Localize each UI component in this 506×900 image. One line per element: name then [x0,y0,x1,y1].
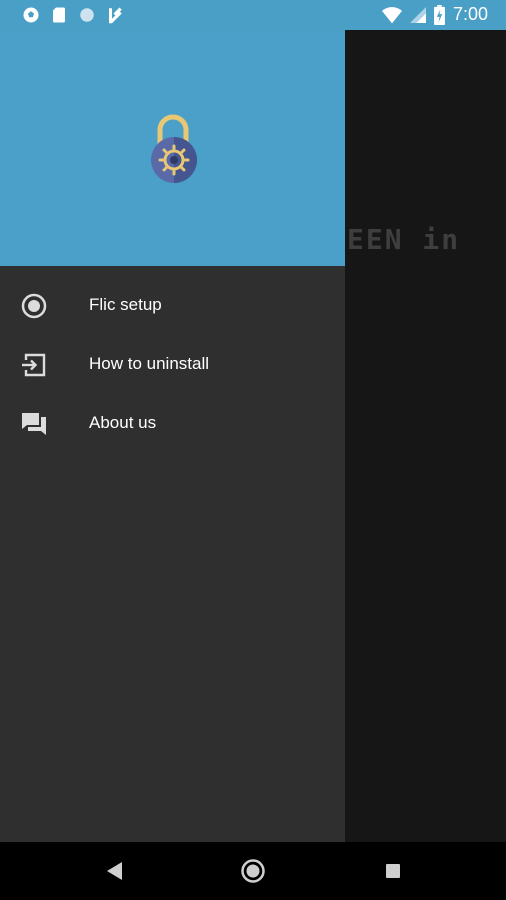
navigation-drawer: Flic setup How to uninstall About us [0,30,345,842]
status-bar: 7:00 [0,0,506,30]
menu-item-label: About us [89,413,157,432]
home-icon[interactable] [240,858,266,884]
signal-icon [409,6,426,23]
drawer-header [0,30,345,266]
back-icon[interactable] [102,858,128,884]
menu-item-label: How to uninstall [89,354,210,373]
soccer-ball-icon [23,7,39,23]
radio-button-icon [21,293,47,319]
status-bar-notifications [22,6,124,24]
background-partial-text: EEN in [347,223,461,256]
status-bar-system: 7:00 [381,4,488,25]
chat-bubbles-icon [22,413,46,435]
menu-item-label: Flic setup [89,295,162,314]
lock-settings-icon [151,114,197,183]
wifi-icon [381,6,402,23]
menu-item-flic-setup[interactable]: Flic setup [0,276,345,335]
feedly-icon [109,7,122,24]
system-nav-bar [0,842,506,900]
menu-item-about-us[interactable]: About us [0,394,345,453]
circle-icon [80,8,94,22]
recents-icon[interactable] [380,858,406,884]
sd-card-icon [53,7,65,23]
status-time: 7:00 [452,4,488,24]
menu-item-how-to-uninstall[interactable]: How to uninstall [0,335,345,394]
drawer-menu: Flic setup How to uninstall About us [0,276,345,453]
battery-icon [433,4,445,25]
exit-to-app-icon [22,353,46,377]
